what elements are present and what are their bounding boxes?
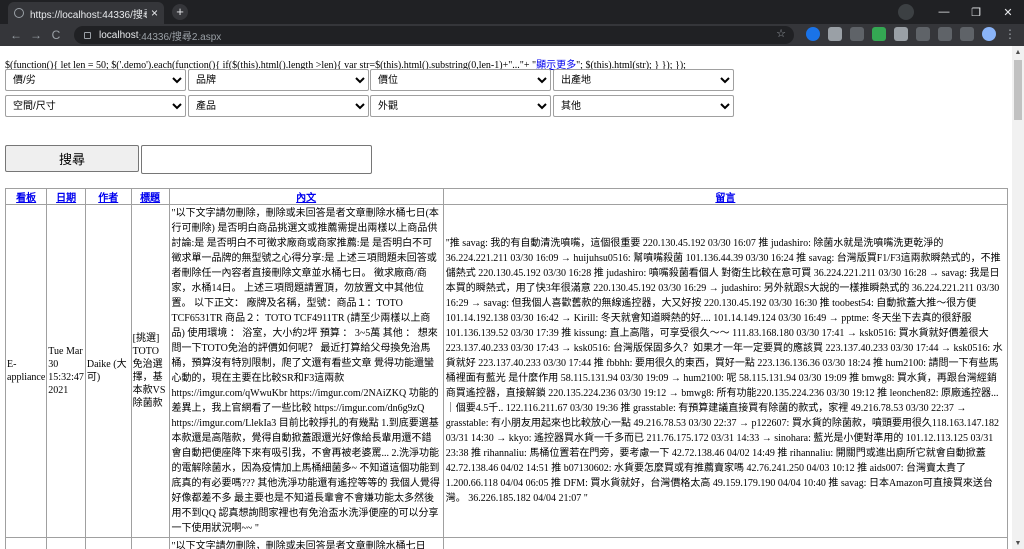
- posts-table: 看板 日期 作者 標題 內文 留言 E-appliance Tue Mar 30…: [4, 188, 1009, 549]
- filter-price-range[interactable]: 價位: [370, 69, 551, 91]
- address-bar[interactable]: localhost :44336/搜尋2.aspx ☆: [74, 26, 794, 44]
- minimize-button[interactable]: —: [928, 6, 960, 18]
- extension-p-icon[interactable]: [828, 27, 842, 41]
- filter-origin[interactable]: 出產地: [553, 69, 734, 91]
- extensions-puzzle-icon[interactable]: [938, 27, 952, 41]
- url-host: localhost: [99, 29, 139, 41]
- filter-product[interactable]: 產品: [188, 95, 369, 117]
- header-title[interactable]: 標題: [130, 188, 170, 205]
- cell-board: E-appliance: [4, 204, 48, 538]
- page-content: $(function(){ let len = 50; $('.demo').e…: [0, 46, 1012, 549]
- profile-menu-icon[interactable]: [898, 4, 914, 20]
- extension-grammarly-icon[interactable]: [806, 27, 820, 41]
- filter-appearance[interactable]: 外觀: [370, 95, 551, 117]
- chrome-menu-icon[interactable]: ⋮: [1004, 27, 1016, 41]
- browser-toolbar: ← → C localhost :44336/搜尋2.aspx ☆ ⋮: [0, 24, 1024, 46]
- extension-tag-icon[interactable]: [894, 27, 908, 41]
- header-date[interactable]: 日期: [46, 188, 86, 205]
- back-icon[interactable]: ←: [6, 28, 26, 42]
- search-input[interactable]: [141, 145, 372, 174]
- url-path: :44336/搜尋2.aspx: [138, 31, 222, 43]
- reading-list-icon[interactable]: [960, 27, 974, 41]
- cell-content: "以下文字請勿刪除，刪除或未回答是者文章刪除水桶七日(本行可刪除) 是否明白商品…: [168, 204, 444, 538]
- table-row: E-appliance Tue Mar 30 15:32:47 2021 Dai…: [4, 204, 1009, 538]
- scroll-up-icon[interactable]: ▲: [1012, 46, 1024, 58]
- forward-icon[interactable]: →: [26, 28, 46, 42]
- bookmark-star-icon[interactable]: ☆: [776, 27, 786, 40]
- tab-title: https://localhost:44336/搜尋2.a: [30, 9, 147, 21]
- cell-date: [46, 537, 86, 549]
- cell-comments: [442, 537, 1009, 549]
- globe-icon: [14, 8, 24, 18]
- reload-icon[interactable]: C: [46, 28, 66, 42]
- extensions-area: ⋮: [806, 27, 1016, 41]
- vertical-scrollbar[interactable]: ▲ ▼: [1012, 46, 1024, 549]
- extension-mail-icon[interactable]: [916, 27, 930, 41]
- cell-comments: "推 savag: 我的有自動清洗噴嘴，這個很重要 220.130.45.192…: [442, 204, 1009, 538]
- cell-date: Tue Mar 30 15:32:47 2021: [46, 204, 86, 538]
- table-header-row: 看板 日期 作者 標題 內文 留言: [4, 188, 1009, 205]
- filter-brand[interactable]: 品牌: [188, 69, 369, 91]
- cell-author: Daike (大可): [84, 204, 132, 538]
- extension-green-icon[interactable]: [872, 27, 886, 41]
- cell-content: "以下文字請勿刪除，刪除或未回答是者文章刪除水桶七日: [168, 537, 444, 549]
- filter-price-quality[interactable]: 價/劣: [5, 69, 186, 91]
- cell-board: [4, 537, 48, 549]
- header-author[interactable]: 作者: [84, 188, 132, 205]
- extension-box-icon[interactable]: [850, 27, 864, 41]
- lock-icon[interactable]: [84, 31, 91, 39]
- profile-avatar-icon[interactable]: [982, 27, 996, 41]
- scrollbar-thumb[interactable]: [1014, 60, 1022, 120]
- header-content[interactable]: 內文: [168, 188, 444, 205]
- browser-tab[interactable]: https://localhost:44336/搜尋2.a ×: [8, 2, 164, 24]
- header-comments[interactable]: 留言: [442, 188, 1009, 205]
- close-window-button[interactable]: ✕: [992, 6, 1024, 19]
- window-controls: — ❐ ✕: [898, 0, 1024, 24]
- cell-title: [挑選] TOTO免治選擇，基本款VS除菌款: [130, 204, 170, 538]
- header-board[interactable]: 看板: [4, 188, 48, 205]
- maximize-button[interactable]: ❐: [960, 6, 992, 19]
- filter-space-size[interactable]: 空間/尺寸: [5, 95, 186, 117]
- search-button[interactable]: 搜尋: [5, 145, 139, 172]
- scroll-down-icon[interactable]: ▼: [1012, 537, 1024, 549]
- close-tab-icon[interactable]: ×: [151, 6, 158, 20]
- cell-author: [84, 537, 132, 549]
- new-tab-button[interactable]: +: [172, 4, 188, 20]
- cell-title: [130, 537, 170, 549]
- filter-other[interactable]: 其他: [553, 95, 734, 117]
- browser-tab-bar: https://localhost:44336/搜尋2.a × + — ❐ ✕: [0, 0, 1024, 24]
- table-row: "以下文字請勿刪除，刪除或未回答是者文章刪除水桶七日: [4, 537, 1009, 549]
